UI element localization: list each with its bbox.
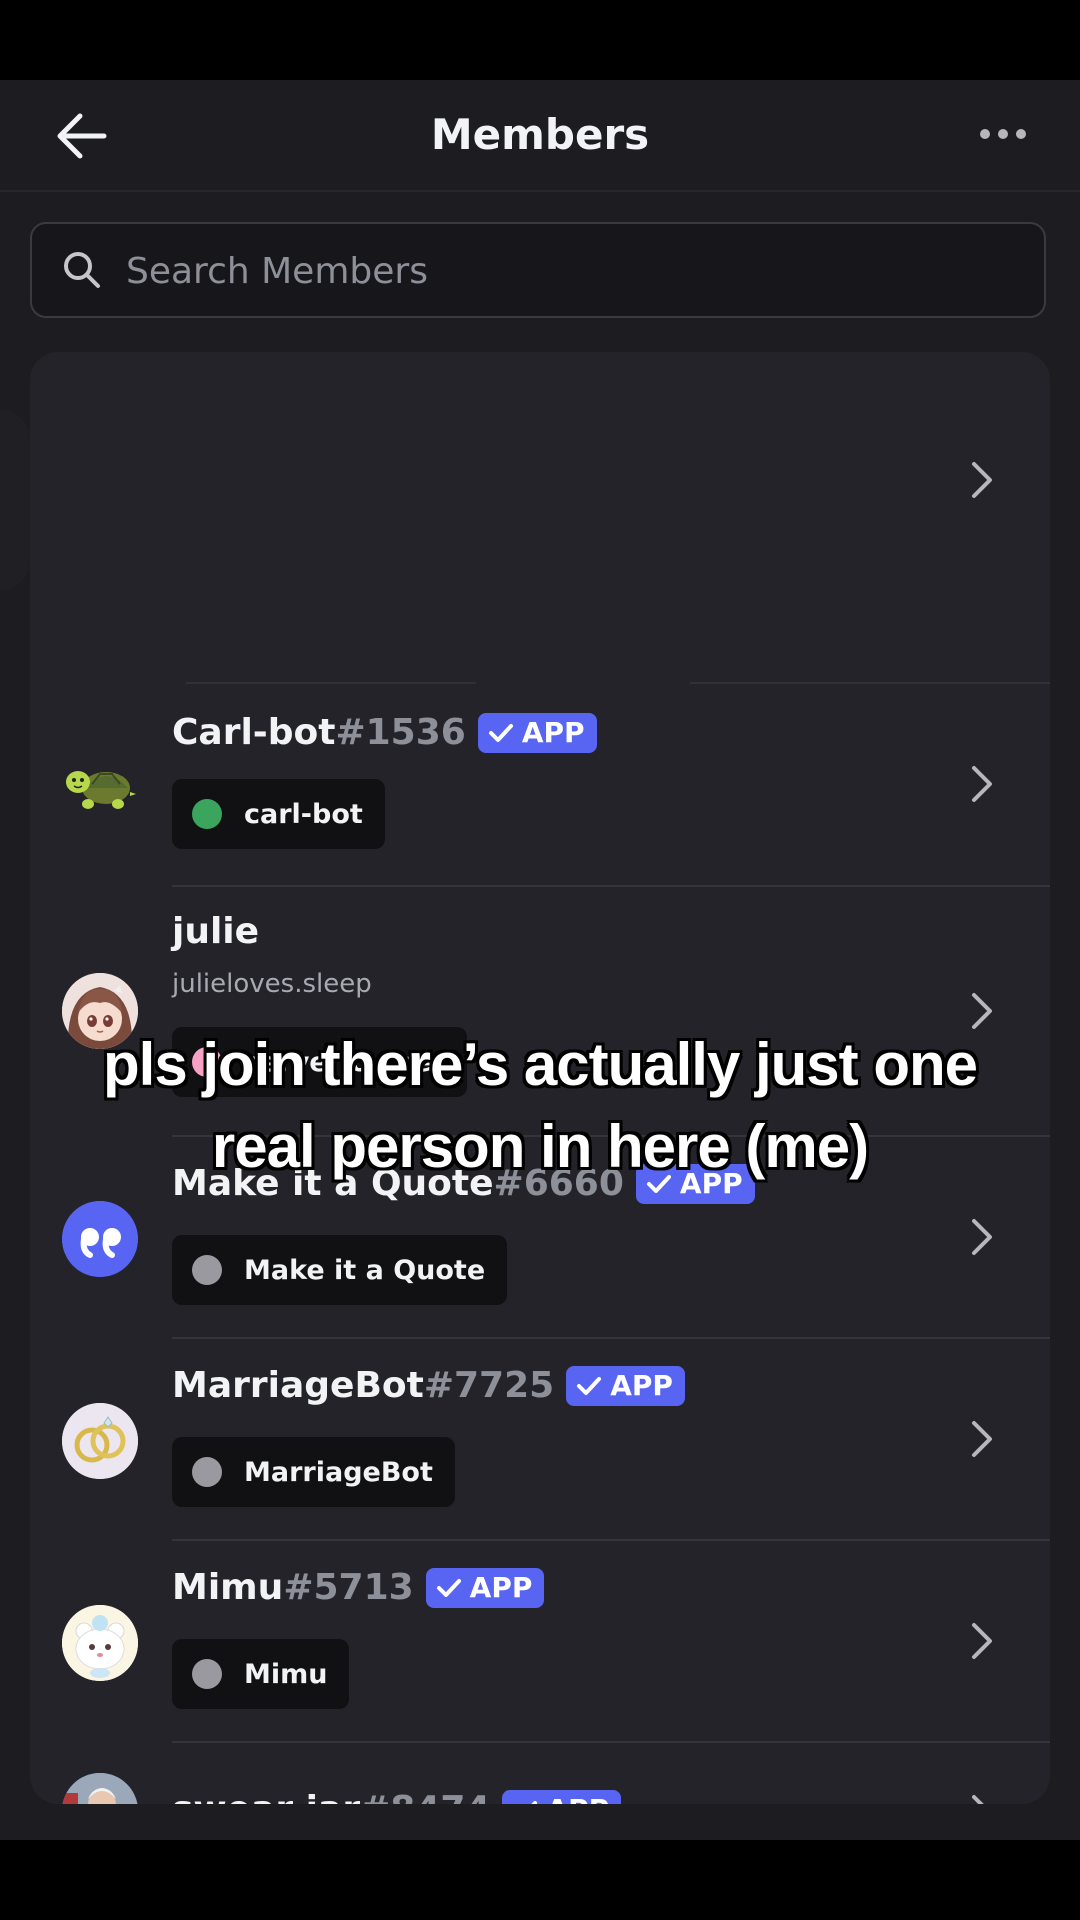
member-name: Carl-bot #1536 APP <box>172 712 597 753</box>
list-item-blank[interactable] <box>30 352 1050 602</box>
member-name-text: julie <box>172 911 260 952</box>
member-name-text: swear jar <box>172 1789 360 1804</box>
more-options-icon[interactable] <box>978 114 1028 154</box>
member-name-text: Carl-bot <box>172 712 336 753</box>
member-name: Mimu #5713 APP <box>172 1567 545 1608</box>
role-tag: MarriageBot <box>172 1437 455 1507</box>
member-name-text: Mimu <box>172 1567 284 1608</box>
checkmark-icon <box>488 723 513 742</box>
bear-icon <box>62 1605 138 1681</box>
member-name: julie <box>172 911 259 952</box>
role-color-dot <box>192 1255 222 1285</box>
member-row-marriagebot[interactable]: MarriageBot #7725 APP MarriageBot <box>30 1339 1050 1539</box>
members-screen: Members Search Members Carl-bot #1536 AP… <box>0 80 1080 1840</box>
role-color-dot <box>192 1457 222 1487</box>
checkmark-icon <box>436 1578 461 1597</box>
app-badge: APP <box>477 712 597 753</box>
role-color-dot <box>192 799 222 829</box>
chevron-right-icon <box>972 766 992 802</box>
page-title: Members <box>430 110 650 159</box>
chevron-right-icon <box>972 1421 992 1457</box>
chevron-right-icon <box>972 1623 992 1659</box>
turtle-icon <box>62 748 138 824</box>
rings-icon <box>62 1403 138 1479</box>
checkmark-icon <box>531 1800 538 1804</box>
search-icon <box>64 252 100 288</box>
caption-line-2: real person in here (me) <box>211 1113 869 1180</box>
member-row-carl-bot[interactable]: Carl-bot #1536 APP carl-bot <box>30 682 1050 887</box>
search-input[interactable] <box>124 242 1008 300</box>
member-name: swear jar#8474 APP <box>172 1789 622 1804</box>
decorative-shape <box>0 410 30 590</box>
chevron-right-icon <box>972 1219 992 1255</box>
app-badge: APP <box>502 1789 622 1804</box>
member-row-swear-jar[interactable]: swear jar#8474 APP <box>30 1743 1050 1804</box>
role-tag: Mimu <box>172 1639 350 1709</box>
member-row-mimu[interactable]: Mimu #5713 APP Mimu <box>30 1541 1050 1741</box>
member-username: julieloves.sleep <box>172 969 372 999</box>
role-color-dot <box>192 1659 222 1689</box>
search-bar[interactable] <box>30 222 1046 318</box>
header-divider <box>0 190 1080 192</box>
member-discriminator: #7725 <box>423 1365 555 1406</box>
member-name: MarriageBot #7725 APP <box>172 1365 685 1406</box>
checkmark-icon <box>577 1376 602 1395</box>
member-discriminator: #1536 <box>335 712 466 753</box>
role-tag: Make it a Quote <box>172 1235 508 1305</box>
caption-line-1: pls join there’s actually just one <box>103 1031 978 1098</box>
member-discriminator: #8474 <box>360 1789 490 1804</box>
app-badge: APP <box>566 1365 685 1406</box>
chevron-right-icon <box>972 462 992 498</box>
app-badge: APP <box>425 1567 545 1608</box>
chevron-right-icon <box>972 1795 984 1804</box>
member-name-text: MarriageBot <box>172 1365 424 1406</box>
quote-icon <box>62 1201 138 1277</box>
role-tag: carl-bot <box>172 779 385 849</box>
person-photo-avatar <box>62 1773 138 1804</box>
chevron-right-icon <box>972 993 992 1029</box>
top-bar: Members <box>0 80 1080 190</box>
member-discriminator: #5713 <box>283 1567 414 1608</box>
